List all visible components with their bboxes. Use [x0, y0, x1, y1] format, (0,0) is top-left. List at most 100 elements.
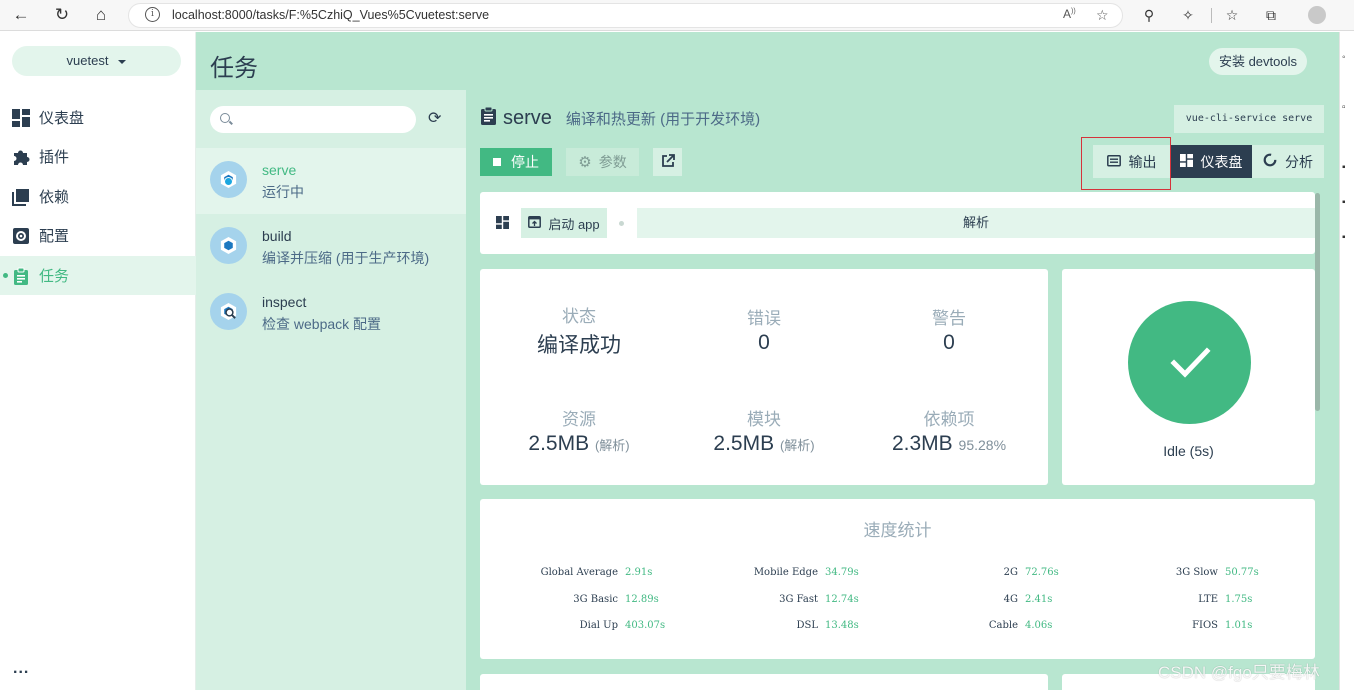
- speed-stat-value: 50.77s: [1225, 567, 1259, 578]
- task-item-serve[interactable]: serve 运行中: [196, 148, 466, 214]
- speed-stat-value: 12.89s: [625, 594, 659, 605]
- task-item-inspect[interactable]: inspect 检查 webpack 配置: [196, 280, 466, 346]
- favorite-add-icon[interactable]: ☆: [1096, 7, 1109, 24]
- site-info-icon[interactable]: i: [145, 7, 160, 22]
- outlook-icon[interactable]: ▪: [1342, 197, 1352, 209]
- home-icon[interactable]: ⌂: [91, 5, 111, 25]
- task-name: inspect: [262, 294, 307, 310]
- donut-chart-icon: [1263, 153, 1277, 170]
- open-in-new-icon: [661, 153, 675, 171]
- stat-assets: 资源 2.5MB (解析): [484, 405, 674, 456]
- scrollbar-thumb[interactable]: [1315, 193, 1320, 411]
- search-icon: [220, 113, 230, 123]
- speed-stat-value: 72.76s: [1025, 567, 1059, 578]
- stat-warnings: 警告 0: [854, 304, 1044, 355]
- stop-button-label: 停止: [511, 154, 539, 170]
- copy-icon[interactable]: ▫: [1342, 102, 1352, 114]
- stat-percent: 95.28%: [958, 437, 1007, 453]
- clipboard-icon: [12, 267, 30, 285]
- speed-stats-title: 速度统计: [863, 521, 932, 540]
- stat-label: 依赖项: [923, 410, 975, 429]
- extensions-icon[interactable]: ✧: [1178, 5, 1198, 25]
- watermark-text: CSDN @fgo只要梅林: [1158, 663, 1320, 682]
- task-item-build[interactable]: build 编译并压缩 (用于生产环境): [196, 214, 466, 280]
- speed-stat-value: 2.91s: [625, 567, 653, 578]
- dashboard-view-button[interactable]: 仪表盘: [1170, 145, 1252, 178]
- task-name: serve: [262, 162, 297, 178]
- extension-pin-icon[interactable]: ⚲: [1139, 5, 1159, 25]
- sidebar-item-dependencies[interactable]: 依赖: [0, 177, 196, 216]
- sidebar-item-plugins[interactable]: 插件: [0, 137, 196, 176]
- stat-value: 2.5MB: [528, 432, 590, 455]
- task-search-input[interactable]: [210, 106, 416, 133]
- caret-down-icon: [118, 59, 127, 64]
- parameters-button-label: 参数: [598, 154, 627, 170]
- stat-dependencies: 依赖项 2.3MB 95.28%: [854, 405, 1044, 456]
- more-options-button[interactable]: ...: [13, 660, 29, 678]
- task-description: 运行中: [262, 184, 304, 200]
- project-selector[interactable]: vuetest: [12, 46, 181, 76]
- sidebar-item-label: 插件: [39, 149, 70, 166]
- speed-stat-label: Mobile Edge: [753, 567, 818, 578]
- open-in-new-button[interactable]: [653, 148, 682, 176]
- stat-sub: (解析): [779, 438, 815, 453]
- speed-stat-label: 4G: [1003, 594, 1018, 605]
- sidebar-item-tasks[interactable]: 任务: [0, 256, 196, 295]
- stop-button[interactable]: 停止: [480, 148, 552, 176]
- sidebar-item-label: 配置: [39, 228, 70, 245]
- analyze-view-label: 分析: [1285, 153, 1313, 170]
- analyze-tab[interactable]: 解析: [637, 208, 1315, 238]
- sidebar-item-configuration[interactable]: 配置: [0, 216, 196, 255]
- stat-errors: 错误 0: [669, 304, 859, 355]
- webpack-inspect-icon: [210, 293, 247, 330]
- stat-value: 2.3MB: [891, 432, 953, 455]
- back-arrow-icon[interactable]: ←: [11, 5, 31, 25]
- profile-avatar[interactable]: [1308, 6, 1326, 24]
- open-browser-icon: [528, 215, 542, 231]
- read-aloud-icon[interactable]: A)): [1063, 7, 1076, 21]
- sidebar-item-label: 依赖: [39, 189, 70, 206]
- task-detail-name: serve: [503, 106, 552, 129]
- webpack-icon: [210, 227, 247, 264]
- speed-stat-value: 403.07s: [625, 620, 666, 631]
- address-bar[interactable]: i localhost:8000/tasks/F:%5CzhiQ_Vues%5C…: [128, 3, 1123, 28]
- task-detail-panel: serve 编译和热更新 (用于开发环境) vue-cli-service se…: [466, 90, 1339, 690]
- launch-app-button[interactable]: 启动 app: [521, 208, 607, 238]
- sidebar-item-dashboard[interactable]: 仪表盘: [0, 98, 196, 137]
- task-description: 检查 webpack 配置: [262, 316, 382, 332]
- edge-icon[interactable]: ◦: [1342, 52, 1352, 64]
- stop-icon: [493, 158, 501, 166]
- launch-app-label: 启动 app: [548, 216, 600, 232]
- task-description: 编译并压缩 (用于生产环境): [262, 250, 430, 266]
- active-indicator: [3, 273, 8, 278]
- install-devtools-button[interactable]: 安装 devtools: [1209, 48, 1307, 75]
- reload-icon[interactable]: ↻: [52, 5, 72, 25]
- speed-stat-label: 3G Fast: [779, 594, 818, 605]
- speed-stat-label: 3G Basic: [573, 594, 618, 605]
- speed-stat-value: 13.48s: [825, 620, 859, 631]
- task-list-panel: ⟳ serve 运行中 build 编译并压缩 (用于生产环境) inspect…: [196, 90, 466, 690]
- stat-status: 状态 编译成功: [484, 302, 674, 359]
- favorites-icon[interactable]: ☆: [1222, 5, 1242, 25]
- url-text[interactable]: localhost:8000/tasks/F:%5CzhiQ_Vues%5Cvu…: [172, 8, 489, 22]
- stat-sub: (解析): [594, 438, 630, 453]
- stat-label: 警告: [932, 309, 966, 328]
- clipboard-icon: [480, 106, 497, 130]
- success-indicator: [1128, 301, 1251, 424]
- speed-stat-label: DSL: [796, 620, 818, 631]
- refresh-icon[interactable]: ⟳: [428, 110, 441, 128]
- parameters-button[interactable]: ⚙ 参数: [566, 148, 639, 176]
- library-icon: [12, 188, 30, 206]
- analyze-view-button[interactable]: 分析: [1252, 145, 1324, 178]
- sidebar-item-label: 任务: [39, 268, 70, 285]
- card-partial: [480, 674, 1048, 690]
- separator-dot: [619, 221, 624, 226]
- stat-label: 资源: [562, 410, 596, 429]
- sidebar-item-label: 仪表盘: [39, 110, 85, 127]
- stats-card: 状态 编译成功 错误 0 警告 0 资源 2.5MB (解析) 模块 2.5MB…: [480, 269, 1048, 485]
- speed-stat-value: 12.74s: [825, 594, 859, 605]
- tool-icon[interactable]: ▪: [1342, 162, 1352, 174]
- build-status-card: Idle (5s): [1062, 269, 1315, 485]
- app-icon[interactable]: ▪: [1342, 232, 1352, 244]
- collections-icon[interactable]: ⧉: [1261, 5, 1281, 25]
